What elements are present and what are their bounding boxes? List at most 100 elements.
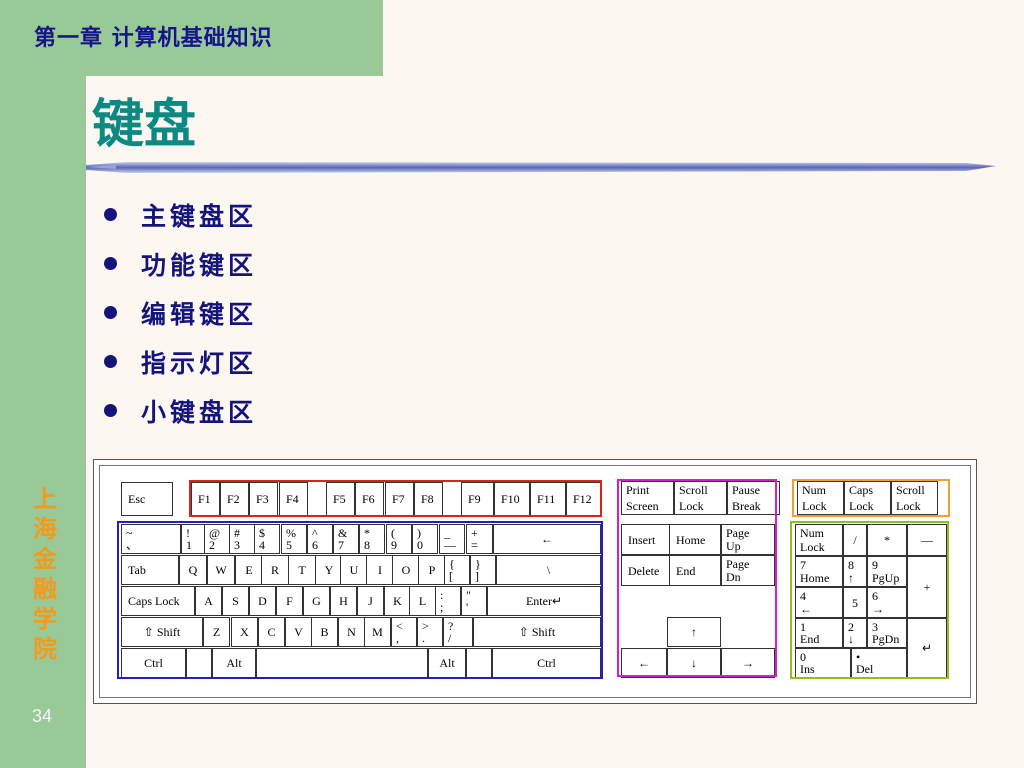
numpad-key: 5 [843,587,867,618]
bullet-dot-icon [104,257,117,270]
bullet-dot-icon [104,306,117,319]
edit-key: Page Up [721,524,775,555]
numpad-key: 2 ↓ [843,618,867,648]
number-row-key: + = [466,524,493,554]
letter-key: E [235,555,263,585]
page-number: 34 [32,706,53,726]
quote-key: " ' [461,586,487,616]
numpad-key: 9 PgUp [867,556,907,587]
function-key: F12 [566,482,602,516]
letter-key: K [384,586,411,616]
numpad-dot-key: • Del [851,648,907,678]
numpad-zero-key: 0 Ins [795,648,851,678]
numpad-plus-key: + [907,556,947,618]
letter-key: C [258,617,285,647]
letter-key: S [222,586,249,616]
numpad-key: 7 Home [795,556,843,587]
letter-key: L [409,586,436,616]
school-name: 上 海 金 融 学 院 [33,485,57,663]
windows-key [186,648,212,678]
letter-key: R [261,555,289,585]
number-row-key: % 5 [281,524,307,554]
function-key: F4 [279,482,308,516]
number-row-key: (9 [386,524,412,554]
bullet-dot-icon [104,355,117,368]
letter-key: Q [179,555,207,585]
left-arrow-key: ← [621,648,667,678]
bullet-item: 编辑键区 [104,288,257,337]
bullet-item: 指示灯区 [104,337,257,386]
letter-key: T [288,555,316,585]
tab-key: Tab [121,555,179,585]
letter-key: O [392,555,420,585]
left-ctrl-key: Ctrl [121,648,186,678]
spacebar-key [256,648,428,678]
letter-key: W [207,555,235,585]
letter-key: X [231,617,258,647]
function-key: F3 [249,482,278,516]
enter-key: Enter↵ [487,586,601,616]
letter-key: B [311,617,338,647]
up-arrow-key: ↑ [667,617,721,647]
backspace-key: ← [493,524,601,554]
indicator-label: Num Lock [797,481,844,515]
letter-key: P [418,555,446,585]
letter-key: D [249,586,276,616]
edit-key: End [669,555,721,586]
numpad-numlock-key: Num Lock [795,524,843,556]
function-key: F9 [461,482,494,516]
esc-key: Esc [121,482,173,516]
bullet-item: 主键盘区 [104,190,257,239]
letter-key: I [366,555,394,585]
numpad-divide-key: / [843,524,867,556]
indicator-label: Scroll Lock [891,481,938,515]
number-row-key: ) 0 [412,524,438,554]
function-key: F5 [326,482,355,516]
slide-title: 键盘 [92,95,197,155]
function-key: F11 [530,482,566,516]
number-row-key: $4 [254,524,280,554]
indicator-label: Caps Lock [844,481,891,515]
bullet-dot-icon [104,208,117,221]
system-key: Scroll Lock [674,481,727,515]
right-ctrl-key: Ctrl [492,648,601,678]
number-row-key: _ — [439,524,465,554]
number-row-key: ^ 6 [307,524,333,554]
system-key: Pause Break [727,481,780,515]
letter-key: G [303,586,330,616]
numpad-key: 1 End [795,618,843,648]
letter-key: V [285,617,312,647]
bullet-item: 功能键区 [104,239,257,288]
right-alt-key: Alt [428,648,466,678]
comma-key: <, [391,617,417,647]
number-row-key: #3 [229,524,255,554]
letter-key: U [340,555,368,585]
numpad-key: 3 PgDn [867,618,907,648]
function-key: F8 [414,482,443,516]
number-row-key: ~、 [121,524,181,554]
function-key: F10 [494,482,530,516]
left-shift-key: ⇧ Shift [121,617,203,647]
edit-key: Delete [621,555,673,586]
numpad-multiply-key: * [867,524,907,556]
right-shift-key: ⇧ Shift [473,617,601,647]
numpad-enter-key: ↵ [907,618,947,678]
bracket-key: }] [470,555,496,585]
slash-key: ? / [443,617,473,647]
number-row-key: & 7 [333,524,359,554]
edit-key: Page Dn [721,555,775,586]
backslash-key: \ [496,555,601,585]
keyboard-diagram: Esc F1 F2 F3 F4 F5 F6 F7 F8 F9 F10 F11 F12 Print Scree… [93,459,977,704]
numpad-key: 6 → [867,587,907,618]
letter-key: A [195,586,222,616]
numpad-key: 4 ← [795,587,843,618]
left-alt-key: Alt [212,648,256,678]
bullet-dot-icon [104,404,117,417]
letter-key: N [338,617,365,647]
system-key: Print Screen [621,481,674,515]
chapter-title: 第一章 计算机基础知识 [34,26,273,51]
letter-key: H [330,586,357,616]
number-row-key: * 8 [359,524,385,554]
menu-key [466,648,492,678]
function-key: F6 [355,482,384,516]
